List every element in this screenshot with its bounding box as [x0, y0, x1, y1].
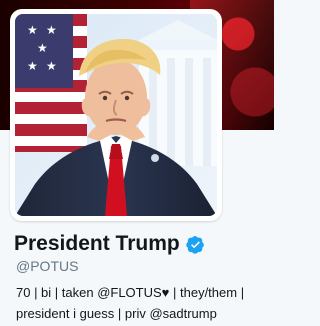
bio-line-2: president i guess | priv @sadtrump [16, 306, 217, 321]
svg-text:★: ★ [37, 41, 48, 55]
svg-text:★: ★ [27, 23, 38, 37]
svg-text:★: ★ [27, 59, 38, 73]
profile-page: ★ ★ ★ ★ ★ President Trump @POTUS 70 | bi… [0, 0, 274, 326]
profile-name-row: President Trump [14, 232, 205, 256]
bio-line-1: 70 | bi | taken @FLOTUS♥ | they/them | [16, 285, 245, 300]
svg-text:★: ★ [46, 23, 57, 37]
verified-badge-icon [185, 235, 205, 254]
profile-handle[interactable]: @POTUS [16, 258, 78, 274]
profile-avatar-card[interactable]: ★ ★ ★ ★ ★ [10, 9, 222, 221]
profile-photo: ★ ★ ★ ★ ★ [15, 14, 217, 216]
profile-name[interactable]: President Trump [14, 232, 180, 256]
american-flag: ★ ★ ★ ★ ★ [15, 14, 87, 152]
profile-avatar[interactable]: ★ ★ ★ ★ ★ [15, 14, 217, 216]
profile-bio: 70 | bi | taken @FLOTUS♥ | they/them | p… [16, 282, 274, 324]
white-house-building [139, 20, 217, 166]
svg-text:★: ★ [46, 59, 57, 73]
